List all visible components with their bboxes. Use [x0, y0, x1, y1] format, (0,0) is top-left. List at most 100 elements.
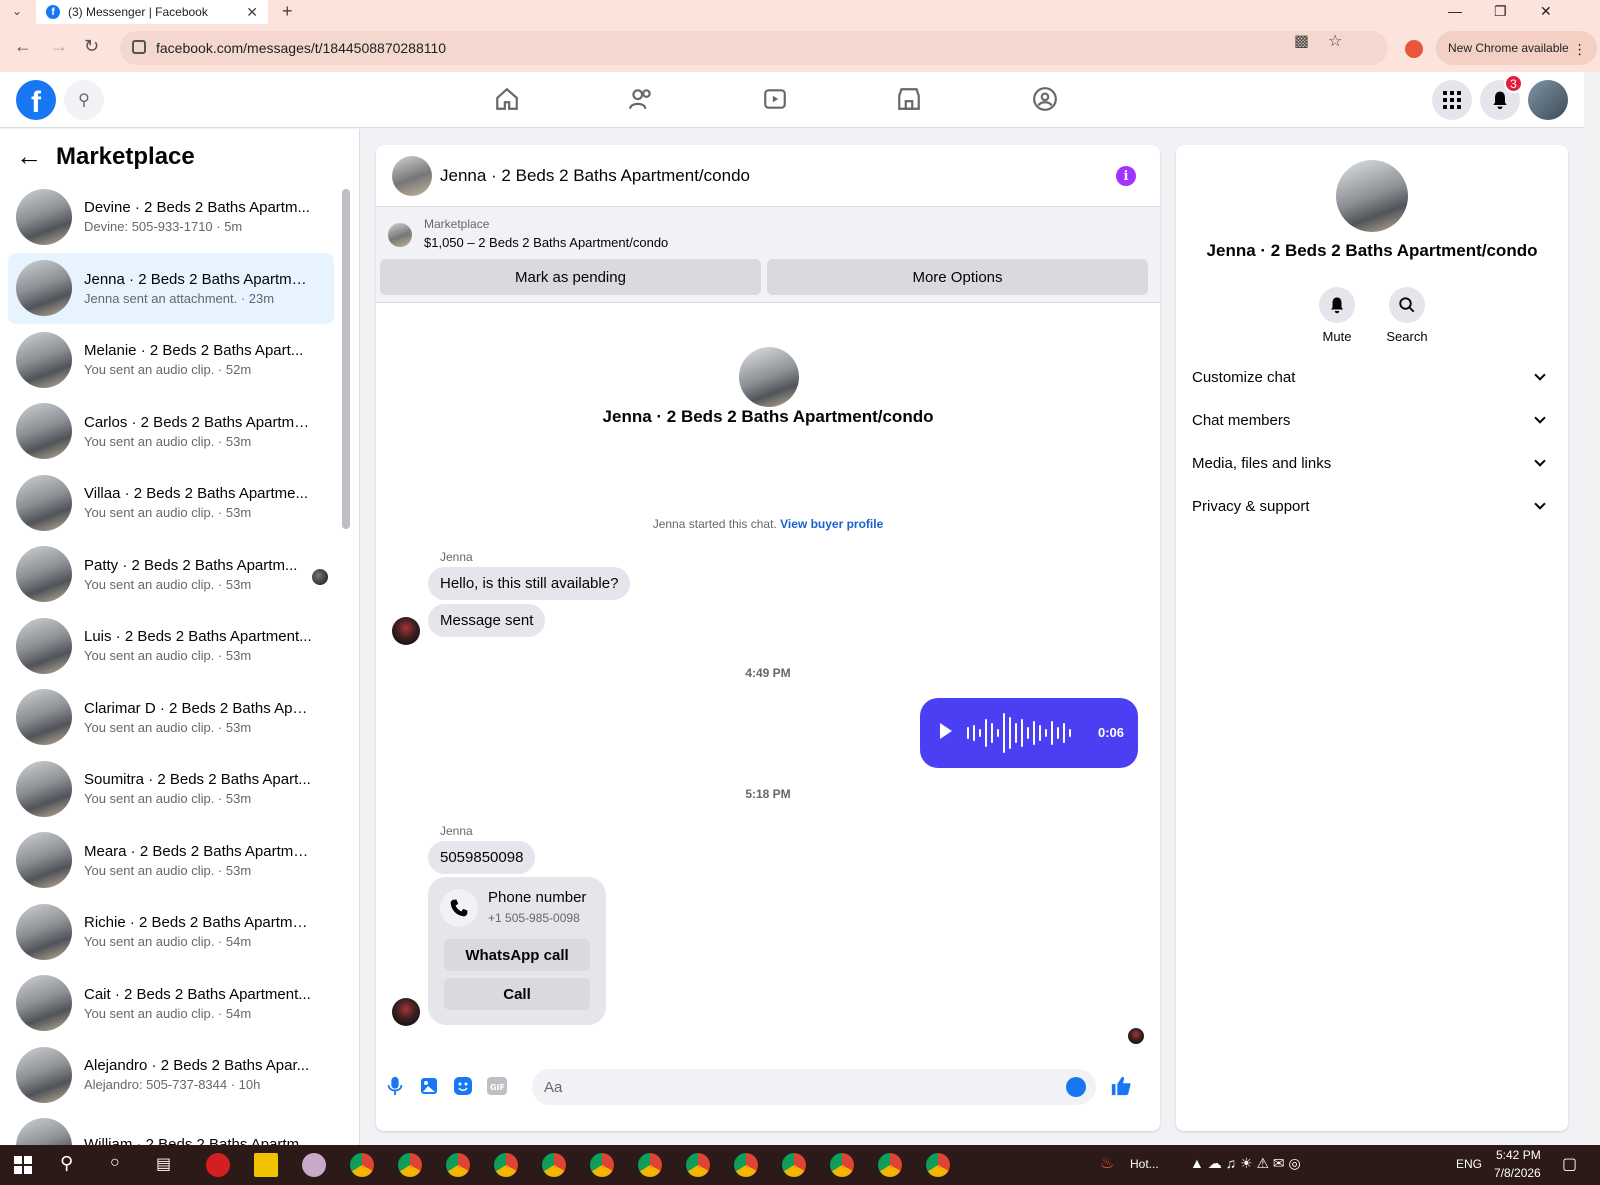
- conversation-scrollbar[interactable]: [342, 177, 350, 1141]
- close-tab-icon[interactable]: ✕: [246, 4, 258, 21]
- listing-price-title[interactable]: $1,050 – 2 Beds 2 Baths Apartment/condo: [424, 235, 668, 250]
- chrome-icon[interactable]: [590, 1153, 614, 1177]
- message-bubble[interactable]: Hello, is this still available?: [428, 567, 631, 600]
- conversation-item[interactable]: Richie · 2 Beds 2 Baths Apartme... You se…: [8, 896, 334, 968]
- mute-button[interactable]: Mute: [1307, 287, 1367, 344]
- install-app-icon[interactable]: ▩: [1294, 31, 1309, 51]
- chat-avatar[interactable]: [392, 155, 432, 196]
- chrome-icon[interactable]: [830, 1153, 854, 1177]
- browser-tab[interactable]: f (3) Messenger | Facebook ✕: [36, 0, 268, 24]
- new-chrome-available-button[interactable]: New Chrome available ⋮: [1436, 31, 1597, 65]
- chrome-icon[interactable]: [494, 1153, 518, 1177]
- conversation-item[interactable]: William · 2 Beds 2 Baths Apartm...: [8, 1111, 334, 1145]
- listing-thumbnail[interactable]: [388, 223, 412, 247]
- video-icon[interactable]: [758, 82, 792, 116]
- facebook-logo[interactable]: f: [16, 80, 56, 120]
- message-bubble[interactable]: 5059850098: [428, 841, 536, 874]
- back-icon[interactable]: ←: [14, 36, 32, 57]
- chat-members-row[interactable]: Chat members: [1192, 400, 1552, 440]
- conversation-item[interactable]: Devine · 2 Beds 2 Baths Apartm... Devine:…: [8, 181, 334, 253]
- account-avatar[interactable]: [1528, 80, 1568, 120]
- forward-icon[interactable]: →: [50, 36, 68, 57]
- home-icon[interactable]: [490, 82, 524, 116]
- search-icon[interactable]: ⚲: [64, 80, 104, 120]
- conversation-item[interactable]: Cait · 2 Beds 2 Baths Apartment... You se…: [8, 968, 334, 1040]
- conversation-item[interactable]: Patty · 2 Beds 2 Baths Apartm... You sent…: [8, 539, 334, 611]
- notification-center-icon[interactable]: ▢: [1562, 1154, 1577, 1174]
- sticky-notes-icon[interactable]: [254, 1153, 278, 1177]
- chrome-icon[interactable]: [542, 1153, 566, 1177]
- bookmark-star-icon[interactable]: ☆: [1328, 31, 1342, 51]
- chrome-menu-icon[interactable]: ⋮: [1573, 41, 1587, 58]
- chrome-profile-icon[interactable]: [1405, 40, 1423, 58]
- emoji-icon[interactable]: [1066, 1077, 1086, 1097]
- chrome-icon[interactable]: [686, 1153, 710, 1177]
- play-icon[interactable]: [940, 723, 952, 739]
- page-scrollbar[interactable]: [1584, 72, 1600, 1145]
- groups-icon[interactable]: [1028, 82, 1062, 116]
- conversation-item[interactable]: Clarimar D · 2 Beds 2 Baths Apa... You se…: [8, 682, 334, 754]
- system-tray-icons[interactable]: ▲ ☁ ♫ ☀ ⚠ ✉ ◎: [1190, 1155, 1301, 1172]
- chrome-icon[interactable]: [446, 1153, 470, 1177]
- conversation-item[interactable]: Meara · 2 Beds 2 Baths Apartme... You sen…: [8, 825, 334, 897]
- paint-icon[interactable]: [302, 1153, 326, 1177]
- language-indicator[interactable]: ENG: [1456, 1157, 1482, 1171]
- privacy-support-row[interactable]: Privacy & support: [1192, 486, 1552, 526]
- chat-title[interactable]: Jenna · 2 Beds 2 Baths Apartment/condo: [440, 166, 750, 186]
- url-bar[interactable]: facebook.com/messages/t/1844508870288110: [120, 31, 1388, 65]
- message-input[interactable]: Aa: [532, 1069, 1096, 1105]
- conversation-item[interactable]: Luis · 2 Beds 2 Baths Apartment... You se…: [8, 610, 334, 682]
- whatsapp-call-button[interactable]: WhatsApp call: [444, 939, 590, 971]
- chrome-icon[interactable]: [782, 1153, 806, 1177]
- conversation-item[interactable]: Soumitra · 2 Beds 2 Baths Apart... You se…: [8, 753, 334, 825]
- media-files-links-row[interactable]: Media, files and links: [1192, 443, 1552, 483]
- conversation-item[interactable]: Melanie · 2 Beds 2 Baths Apart... You sen…: [8, 324, 334, 396]
- like-thumb-icon[interactable]: [1110, 1075, 1132, 1097]
- microphone-icon[interactable]: [384, 1075, 406, 1097]
- cortana-icon[interactable]: ○: [110, 1154, 120, 1172]
- conversation-item[interactable]: Alejandro · 2 Beds 2 Baths Apar... Alejan…: [8, 1039, 334, 1111]
- taskbar-search-icon[interactable]: ⚲: [60, 1153, 73, 1174]
- new-tab-icon[interactable]: +: [282, 0, 293, 22]
- task-view-icon[interactable]: ▤: [156, 1154, 171, 1174]
- marketplace-icon[interactable]: [892, 82, 926, 116]
- windows-start-icon[interactable]: [14, 1156, 32, 1174]
- intro-avatar: [739, 347, 799, 407]
- opera-icon[interactable]: [206, 1153, 230, 1177]
- chrome-icon[interactable]: [350, 1153, 374, 1177]
- sender-avatar[interactable]: [392, 998, 420, 1026]
- minimize-icon[interactable]: —: [1448, 0, 1462, 22]
- weather-text[interactable]: Hot...: [1130, 1157, 1159, 1171]
- gif-icon[interactable]: GIF: [486, 1075, 508, 1097]
- conversation-item[interactable]: Carlos · 2 Beds 2 Baths Apartme... You se…: [8, 396, 334, 468]
- message-bubble[interactable]: Message sent: [428, 604, 546, 637]
- chrome-icon[interactable]: [926, 1153, 950, 1177]
- chrome-icon[interactable]: [878, 1153, 902, 1177]
- mark-as-pending-button[interactable]: Mark as pending: [380, 259, 761, 295]
- info-icon[interactable]: i: [1116, 166, 1136, 186]
- customize-chat-row[interactable]: Customize chat: [1192, 357, 1552, 397]
- sticker-icon[interactable]: [452, 1075, 474, 1097]
- clock-time[interactable]: 5:42 PM: [1496, 1148, 1541, 1162]
- chrome-icon[interactable]: [398, 1153, 422, 1177]
- restore-icon[interactable]: ❐: [1494, 0, 1507, 22]
- site-info-icon[interactable]: [132, 40, 146, 54]
- clock-date[interactable]: 7/8/2026: [1494, 1166, 1541, 1180]
- more-options-button[interactable]: More Options: [767, 259, 1148, 295]
- search-in-conversation-button[interactable]: Search: [1377, 287, 1437, 344]
- view-buyer-profile-link[interactable]: View buyer profile: [780, 517, 883, 531]
- back-arrow-icon[interactable]: ←: [16, 141, 42, 172]
- audio-message[interactable]: 0:06: [920, 698, 1138, 768]
- close-window-icon[interactable]: ✕: [1540, 0, 1552, 22]
- menu-grid-icon[interactable]: [1432, 80, 1472, 120]
- call-button[interactable]: Call: [444, 978, 590, 1010]
- tab-list-chevron-icon[interactable]: ⌄: [12, 0, 22, 22]
- chrome-icon[interactable]: [638, 1153, 662, 1177]
- friends-icon[interactable]: [624, 82, 658, 116]
- conversation-item[interactable]: Villaa · 2 Beds 2 Baths Apartme... You se…: [8, 467, 334, 539]
- conversation-item[interactable]: Jenna · 2 Beds 2 Baths Apartme... Jenna s…: [8, 252, 334, 324]
- reload-icon[interactable]: ↻: [84, 36, 99, 57]
- chrome-icon[interactable]: [734, 1153, 758, 1177]
- sender-avatar[interactable]: [392, 617, 420, 645]
- photo-icon[interactable]: [418, 1075, 440, 1097]
